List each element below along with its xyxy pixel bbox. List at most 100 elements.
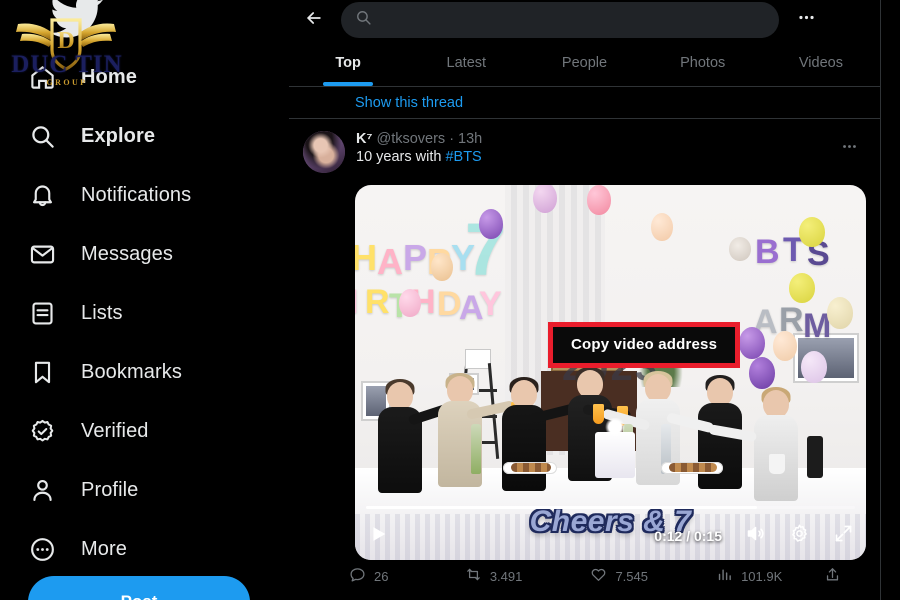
bookmark-icon bbox=[28, 358, 57, 387]
sidebar-item-bookmarks[interactable]: Bookmarks bbox=[28, 343, 278, 402]
sidebar-item-explore[interactable]: Explore bbox=[28, 107, 278, 166]
fullscreen-icon bbox=[833, 523, 854, 549]
search-bar[interactable] bbox=[341, 2, 779, 38]
tweet-hashtag[interactable]: #BTS bbox=[445, 149, 481, 165]
reply-icon bbox=[349, 566, 366, 586]
tab-videos[interactable]: Videos bbox=[762, 40, 880, 86]
sidebar-item-messages[interactable]: Messages bbox=[28, 225, 278, 284]
play-button[interactable] bbox=[367, 524, 391, 548]
tab-label: Top bbox=[335, 55, 361, 71]
show-thread-link[interactable]: Show this thread bbox=[289, 87, 880, 118]
video-time-display: 0:12 / 0:15 bbox=[654, 528, 722, 544]
tab-top[interactable]: Top bbox=[289, 40, 407, 86]
back-arrow-icon bbox=[304, 8, 324, 33]
tweet-text-body: 10 years with bbox=[356, 149, 446, 165]
cup-decoration bbox=[769, 454, 785, 474]
video-frame: H A P P Y I R T H D A Y 7 B T S A R M bbox=[355, 185, 866, 560]
tweet: K⁷ @tksovers · 13h 10 years with #BTS bbox=[289, 119, 880, 173]
like-count: 7.545 bbox=[615, 568, 648, 584]
tweet-body: K⁷ @tksovers · 13h 10 years with #BTS bbox=[356, 131, 866, 173]
letter-balloon: A bbox=[377, 241, 403, 282]
tweet-timestamp[interactable]: 13h bbox=[458, 131, 482, 147]
share-icon bbox=[824, 566, 841, 586]
video-progress-bar[interactable] bbox=[366, 506, 855, 509]
tweet-header: K⁷ @tksovers · 13h bbox=[356, 131, 866, 147]
sidebar-item-label: Lists bbox=[81, 302, 123, 324]
video-progress-fill bbox=[366, 506, 758, 509]
letter-balloon: B bbox=[755, 233, 780, 271]
analytics-icon bbox=[716, 566, 733, 586]
topbar-more-button[interactable] bbox=[789, 3, 823, 37]
balloon bbox=[729, 237, 751, 261]
views-count: 101.9K bbox=[741, 568, 783, 584]
video-controls-right: 0:12 / 0:15 bbox=[654, 523, 854, 549]
balloon bbox=[431, 253, 453, 281]
search-icon bbox=[355, 9, 372, 31]
balloon bbox=[651, 213, 673, 241]
fullscreen-button[interactable] bbox=[832, 525, 854, 547]
retweet-button[interactable]: 3.491 bbox=[465, 566, 591, 586]
context-menu-label: Copy video address bbox=[571, 336, 718, 353]
search-icon bbox=[28, 122, 57, 151]
tab-people[interactable]: People bbox=[525, 40, 643, 86]
sidebar-item-notifications[interactable]: Notifications bbox=[28, 166, 278, 225]
tweet-text: 10 years with #BTS bbox=[356, 148, 866, 167]
volume-icon bbox=[745, 523, 766, 549]
retweet-count: 3.491 bbox=[489, 568, 523, 584]
volume-button[interactable] bbox=[744, 525, 766, 547]
sidebar-item-verified[interactable]: Verified bbox=[28, 402, 278, 461]
video-player[interactable]: H A P P Y I R T H D A Y 7 B T S A R M bbox=[355, 185, 866, 560]
sidebar-item-more[interactable]: More bbox=[28, 520, 278, 579]
cake-decoration bbox=[595, 418, 635, 478]
balloon bbox=[827, 297, 853, 329]
views-button[interactable]: 101.9K bbox=[716, 566, 824, 586]
twitter-bird-icon[interactable] bbox=[48, 0, 104, 40]
person-figure bbox=[708, 387, 803, 501]
reply-count: 26 bbox=[374, 568, 389, 584]
verified-badge-icon bbox=[28, 417, 57, 446]
sidebar-item-label: Profile bbox=[81, 479, 139, 501]
tab-photos[interactable]: Photos bbox=[644, 40, 762, 86]
tweet-display-name[interactable]: K⁷ bbox=[356, 131, 372, 147]
tab-label: Videos bbox=[798, 55, 843, 71]
twitter-app: Home Explore Notifications Messages List… bbox=[0, 0, 900, 600]
envelope-icon bbox=[28, 240, 57, 269]
like-button[interactable]: 7.545 bbox=[590, 566, 716, 586]
tweet-separator: · bbox=[449, 131, 455, 147]
post-button[interactable]: Post bbox=[28, 576, 250, 600]
sidebar-item-lists[interactable]: Lists bbox=[28, 284, 278, 343]
share-button[interactable] bbox=[824, 566, 849, 586]
heart-icon bbox=[590, 566, 607, 586]
balloon bbox=[479, 209, 503, 239]
back-button[interactable] bbox=[297, 3, 331, 37]
sidebar-nav: Home Explore Notifications Messages List… bbox=[28, 48, 278, 579]
sidebar-item-profile[interactable]: Profile bbox=[28, 461, 278, 520]
letter-balloon: I bbox=[355, 283, 358, 322]
avatar[interactable] bbox=[303, 131, 345, 173]
tab-label: People bbox=[561, 55, 608, 71]
video-controls: 0:12 / 0:15 bbox=[355, 512, 866, 560]
bell-icon bbox=[28, 181, 57, 210]
tweet-more-button[interactable] bbox=[841, 138, 858, 160]
bottle-decoration bbox=[471, 424, 481, 474]
search-input[interactable] bbox=[383, 12, 765, 28]
person-icon bbox=[28, 476, 57, 505]
balloon bbox=[533, 185, 557, 213]
gear-icon bbox=[789, 523, 810, 549]
food-decoration bbox=[669, 463, 717, 472]
reply-button[interactable]: 26 bbox=[349, 566, 465, 586]
balloon bbox=[799, 217, 825, 247]
list-icon bbox=[28, 299, 57, 328]
letter-balloon: P bbox=[403, 237, 428, 278]
tab-label: Latest bbox=[446, 55, 487, 71]
more-circle-icon bbox=[28, 535, 57, 564]
copy-video-address-menu-item[interactable]: Copy video address bbox=[548, 322, 741, 368]
top-bar bbox=[289, 0, 880, 40]
settings-button[interactable] bbox=[788, 523, 810, 549]
tweet-handle[interactable]: @tksovers bbox=[376, 131, 445, 147]
tab-active-indicator bbox=[323, 82, 374, 86]
tweet-actions: 26 3.491 7.545 101.9K bbox=[349, 566, 849, 586]
tab-latest[interactable]: Latest bbox=[407, 40, 525, 86]
person-figure bbox=[373, 379, 464, 493]
sidebar-item-label: Bookmarks bbox=[81, 361, 182, 383]
